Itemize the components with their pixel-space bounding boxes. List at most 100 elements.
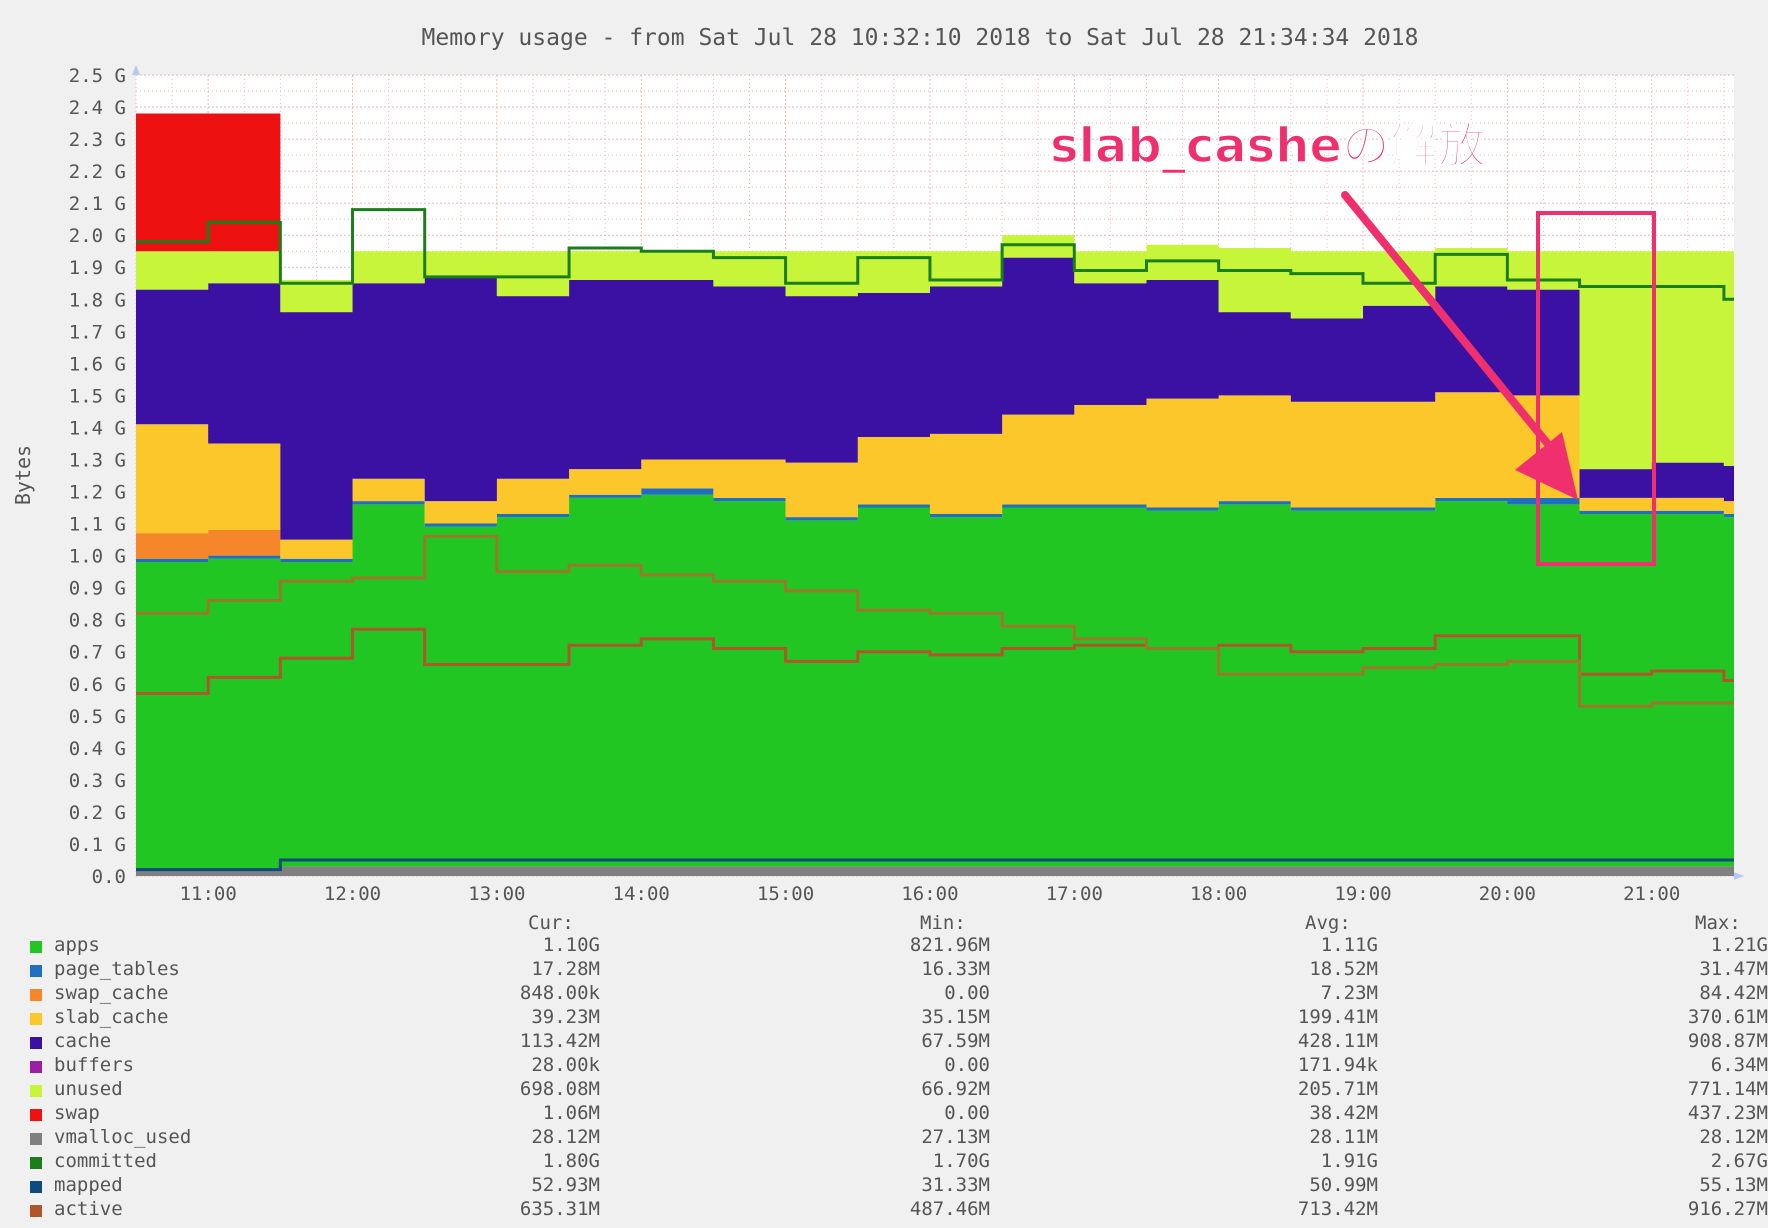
legend-min-value: 0.00 [944, 1054, 990, 1076]
y-tick-label: 1.7 G [69, 321, 126, 343]
legend-swatch [30, 989, 42, 1001]
legend-min-value: 487.46M [909, 1198, 990, 1220]
legend-min-value: 821.96M [909, 934, 990, 956]
y-tick-label: 0.8 G [69, 610, 126, 632]
y-tick-label: 2.3 G [69, 129, 126, 151]
y-tick-label: 0.0 [92, 866, 126, 888]
y-tick-label: 0.6 G [69, 674, 126, 696]
y-tick-label: 0.4 G [69, 738, 126, 760]
x-tick-label: 21:00 [1623, 883, 1680, 905]
legend-max-value: 916.27M [1687, 1198, 1768, 1220]
legend-swatch [30, 1205, 42, 1217]
y-tick-label: 1.6 G [69, 353, 126, 375]
legend-header-cur: Cur: [528, 912, 574, 934]
legend-min-value: 31.33M [921, 1174, 990, 1196]
legend-max-value: 84.42M [1699, 982, 1768, 1004]
legend-name: page_tables [54, 958, 180, 980]
y-axis-label: Bytes [11, 445, 35, 505]
legend-max-value: 370.61M [1687, 1006, 1768, 1028]
legend-swatch [30, 1061, 42, 1073]
legend-name: cache [54, 1030, 112, 1052]
y-tick-label: 0.9 G [69, 578, 126, 600]
legend-name: committed [54, 1150, 157, 1172]
legend-name: vmalloc_used [54, 1126, 192, 1148]
legend-row-apps: apps 1.10G 821.96M 1.11G 1.21G [0, 934, 1768, 958]
legend-max-value: 2.67G [1710, 1150, 1768, 1172]
legend-avg-value: 428.11M [1297, 1030, 1378, 1052]
legend-cur-value: 1.06M [542, 1102, 600, 1124]
y-tick-label: 2.2 G [69, 161, 126, 183]
y-tick-label: 1.0 G [69, 546, 126, 568]
legend-name: mapped [54, 1174, 123, 1196]
legend-min-value: 1.70G [932, 1150, 990, 1172]
legend-row-swap_cache: swap_cache 848.00k 0.00 7.23M 84.42M [0, 982, 1768, 1006]
legend-max-value: 908.87M [1687, 1030, 1768, 1052]
legend-header-max: Max: [1695, 912, 1741, 934]
legend-swatch [30, 1157, 42, 1169]
y-tick-label: 0.2 G [69, 802, 126, 824]
x-tick-label: 11:00 [180, 883, 237, 905]
legend-avg-value: 205.71M [1297, 1078, 1378, 1100]
chart-title: Memory usage - from Sat Jul 28 10:32:10 … [422, 25, 1419, 51]
x-tick-label: 14:00 [613, 883, 670, 905]
y-tick-label: 2.4 G [69, 97, 126, 119]
legend-cur-value: 17.28M [531, 958, 600, 980]
legend-name: slab_cache [54, 1006, 169, 1028]
legend-cur-value: 28.00k [531, 1054, 600, 1076]
legend-cur-value: 635.31M [519, 1198, 600, 1220]
legend-cur-value: 1.80G [542, 1150, 600, 1172]
legend-avg-value: 50.99M [1309, 1174, 1378, 1196]
legend-cur-value: 52.93M [531, 1174, 600, 1196]
y-tick-label: 0.7 G [69, 642, 126, 664]
x-tick-label: 12:00 [324, 883, 381, 905]
y-tick-label: 1.9 G [69, 257, 126, 279]
legend-max-value: 31.47M [1699, 958, 1768, 980]
y-tick-label: 2.5 G [69, 65, 126, 87]
area-vmalloc_used [136, 866, 1734, 876]
legend-name: buffers [54, 1054, 135, 1076]
legend-cur-value: 28.12M [531, 1126, 600, 1148]
legend-min-value: 67.59M [921, 1030, 990, 1052]
y-tick-label: 2.1 G [69, 193, 126, 215]
legend-avg-value: 199.41M [1297, 1006, 1378, 1028]
legend-avg-value: 1.11G [1320, 934, 1378, 956]
legend-name: swap [54, 1102, 100, 1124]
legend-max-value: 1.21G [1710, 934, 1768, 956]
area-apps [136, 494, 1734, 870]
y-tick-label: 1.1 G [69, 514, 126, 536]
y-tick-label: 2.0 G [69, 225, 126, 247]
legend-swatch [30, 941, 42, 953]
legend-min-value: 16.33M [921, 958, 990, 980]
x-tick-label: 15:00 [757, 883, 814, 905]
legend-row-mapped: mapped 52.93M 31.33M 50.99M 55.13M [0, 1174, 1768, 1198]
legend-swatch [30, 965, 42, 977]
legend-avg-value: 7.23M [1320, 982, 1378, 1004]
legend-row-slab_cache: slab_cache 39.23M 35.15M 199.41M 370.61M [0, 1006, 1768, 1030]
legend-avg-value: 28.11M [1309, 1126, 1378, 1148]
legend-min-value: 66.92M [921, 1078, 990, 1100]
x-tick-label: 18:00 [1190, 883, 1247, 905]
legend-avg-value: 1.91G [1320, 1150, 1378, 1172]
legend-row-buffers: buffers 28.00k 0.00 171.94k 6.34M [0, 1054, 1768, 1078]
legend-swatch [30, 1013, 42, 1025]
y-tick-label: 0.1 G [69, 834, 126, 856]
legend-max-value: 771.14M [1687, 1078, 1768, 1100]
y-tick-label: 1.3 G [69, 449, 126, 471]
annotation-label: slab_casheの解放 [1050, 118, 1486, 174]
y-tick-label: 0.3 G [69, 770, 126, 792]
legend-max-value: 55.13M [1699, 1174, 1768, 1196]
y-tick-label: 0.5 G [69, 706, 126, 728]
legend-min-value: 0.00 [944, 982, 990, 1004]
legend-row-unused: unused 698.08M 66.92M 205.71M 771.14M [0, 1078, 1768, 1102]
legend-swatch [30, 1181, 42, 1193]
y-tick-label: 1.4 G [69, 417, 126, 439]
memory-usage-chart: 0.0 0.1 G 0.2 G 0.3 G 0.4 G 0.5 G 0.6 G 0.7 G 0.… [0, 0, 1768, 912]
legend-min-value: 0.00 [944, 1102, 990, 1124]
legend-header-avg: Avg: [1305, 912, 1351, 934]
legend-row-committed: committed 1.80G 1.70G 1.91G 2.67G [0, 1150, 1768, 1174]
x-tick-label: 17:00 [1046, 883, 1103, 905]
legend-swatch [30, 1133, 42, 1145]
legend-name: swap_cache [54, 982, 169, 1004]
legend-min-value: 35.15M [921, 1006, 990, 1028]
legend-swatch [30, 1085, 42, 1097]
